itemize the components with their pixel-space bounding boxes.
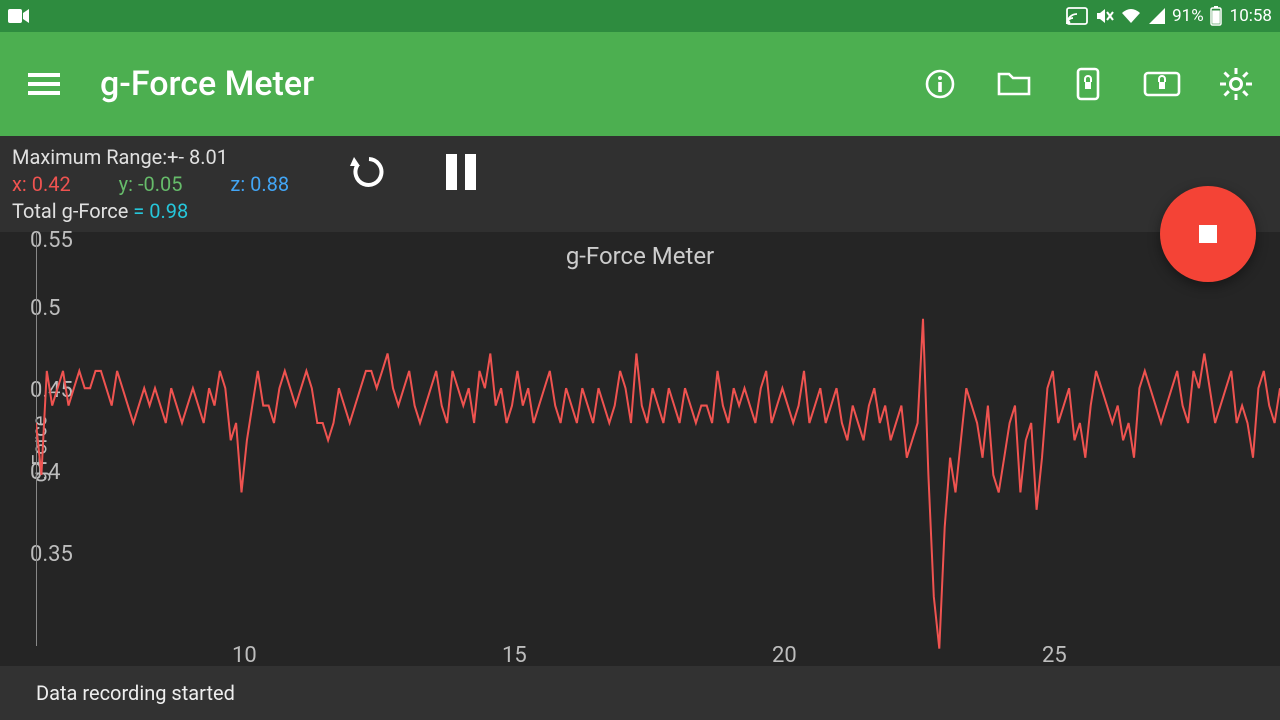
chart-area[interactable]: g-Force Meter g-Force 0.55 0.5 0.45 0.4 … bbox=[0, 232, 1280, 666]
plot-canvas bbox=[36, 232, 1280, 666]
total-label: Total g-Force bbox=[12, 199, 128, 223]
menu-button[interactable] bbox=[24, 64, 64, 104]
z-label: z: bbox=[230, 172, 245, 196]
info-button[interactable] bbox=[920, 64, 960, 104]
toast-bar: Data recording started bbox=[0, 666, 1280, 720]
battery-percent: 91% bbox=[1172, 6, 1204, 26]
video-recording-icon bbox=[8, 8, 30, 24]
record-stop-fab[interactable] bbox=[1160, 186, 1256, 282]
wifi-icon bbox=[1120, 7, 1142, 25]
app-title: g-Force Meter bbox=[100, 64, 920, 104]
info-strip: Maximum Range:+- 8.01 x: 0.42 y: -0.05 z… bbox=[0, 136, 1280, 232]
toast-text: Data recording started bbox=[36, 681, 235, 705]
signal-icon bbox=[1148, 7, 1166, 25]
y-value: -0.05 bbox=[138, 172, 183, 196]
battery-icon bbox=[1210, 6, 1222, 26]
folder-button[interactable] bbox=[994, 64, 1034, 104]
y-label: y: bbox=[119, 172, 133, 196]
pause-button[interactable] bbox=[437, 148, 485, 196]
stop-icon bbox=[1199, 225, 1217, 243]
max-range-label: Maximum Range: bbox=[12, 145, 167, 169]
app-bar: g-Force Meter bbox=[0, 32, 1280, 136]
cast-icon bbox=[1066, 7, 1088, 25]
x-value: 0.42 bbox=[32, 172, 71, 196]
series-line bbox=[36, 319, 1280, 649]
x-label: x: bbox=[12, 172, 27, 196]
mute-icon bbox=[1094, 6, 1114, 26]
xyz-row: x: 0.42 y: -0.05 z: 0.88 bbox=[12, 171, 289, 198]
max-range-row: Maximum Range:+- 8.01 bbox=[12, 144, 289, 171]
reset-button[interactable] bbox=[345, 148, 393, 196]
z-value: 0.88 bbox=[250, 172, 289, 196]
clock: 10:58 bbox=[1230, 6, 1272, 26]
max-range-value: +- 8.01 bbox=[167, 145, 228, 169]
status-bar: 91% 10:58 bbox=[0, 0, 1280, 32]
settings-button[interactable] bbox=[1216, 64, 1256, 104]
landscape-lock-button[interactable] bbox=[1142, 64, 1182, 104]
total-row: Total g-Force = 0.98 bbox=[12, 198, 289, 225]
total-eq: = bbox=[133, 199, 144, 223]
portrait-lock-button[interactable] bbox=[1068, 64, 1108, 104]
total-value: 0.98 bbox=[149, 199, 188, 223]
